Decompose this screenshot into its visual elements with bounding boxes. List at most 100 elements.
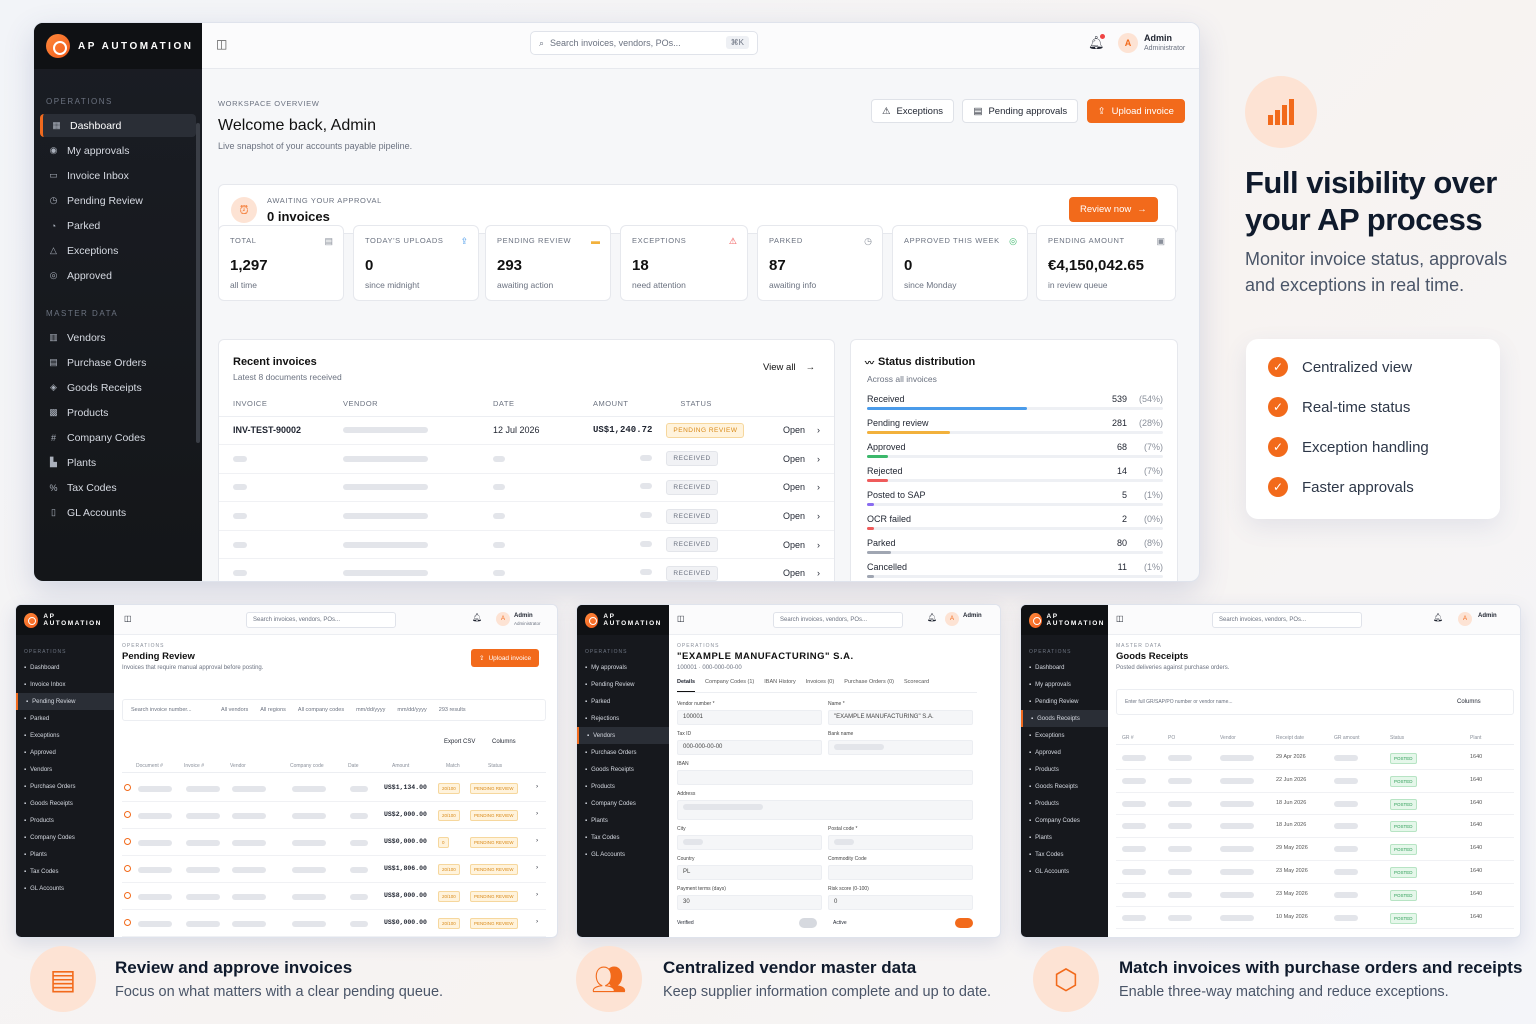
table-row[interactable]: 10 May 2026 POSTED 1640: [1116, 907, 1514, 930]
region-filter[interactable]: All regions: [260, 707, 286, 713]
verified-toggle[interactable]: [799, 918, 817, 928]
mini-sidebar-item[interactable]: ▪ Dashboard: [16, 659, 114, 676]
table-row[interactable]: US$1,134.00 20/100 PENDING REVIEW ›: [122, 775, 546, 802]
table-row[interactable]: RECEIVED Open ›: [219, 530, 834, 560]
open-link[interactable]: Open: [783, 511, 805, 521]
stat-card[interactable]: APPROVED THIS WEEK ◎ 0 since Monday: [892, 225, 1028, 301]
mini-sidebar-item[interactable]: ▪ Pending Review: [577, 676, 669, 693]
column-header[interactable]: GR amount: [1334, 735, 1360, 741]
avatar[interactable]: A: [1118, 33, 1138, 53]
mini-sidebar-item[interactable]: ▪ Exceptions: [16, 727, 114, 744]
sidebar-item-pending-review[interactable]: ◷ Pending Review: [40, 189, 196, 212]
sidebar-toggle-icon[interactable]: ◫: [1116, 614, 1124, 623]
column-header[interactable]: GR #: [1122, 735, 1134, 741]
open-link[interactable]: Open: [783, 568, 805, 578]
sidebar-item-parked[interactable]: ◔ Parked: [40, 214, 196, 237]
columns-button[interactable]: Columns: [492, 739, 516, 745]
mini-sidebar-item[interactable]: ▪ Vendors: [16, 761, 114, 778]
open-link[interactable]: Open: [783, 425, 805, 435]
column-header[interactable]: STATUS: [666, 392, 758, 417]
mini-sidebar-item[interactable]: ▪ Approved: [16, 744, 114, 761]
table-row[interactable]: US$0,000.00 0 PENDING REVIEW ›: [122, 829, 546, 856]
vendor-number-field[interactable]: 100001: [677, 710, 822, 725]
global-search-input[interactable]: ⌕ Search invoices, vendors, POs... ⌘K: [530, 31, 758, 55]
mini-sidebar-item[interactable]: ▪ GL Accounts: [1021, 863, 1108, 880]
city-field[interactable]: [677, 835, 822, 850]
chevron-right-icon[interactable]: ›: [536, 837, 538, 844]
column-header[interactable]: Status: [1390, 735, 1404, 741]
mini-sidebar-item[interactable]: ▪ Purchase Orders: [16, 778, 114, 795]
mini-sidebar-item[interactable]: ▪ Products: [16, 812, 114, 829]
sidebar-item-gl-accounts[interactable]: ▯ GL Accounts: [40, 501, 196, 524]
gr-search-input[interactable]: Enter full GR/SAP/PO number or vendor na…: [1125, 699, 1233, 705]
mini-sidebar-item[interactable]: ▪ Invoice Inbox: [16, 676, 114, 693]
mini-sidebar-item[interactable]: ▪ Parked: [16, 710, 114, 727]
table-row[interactable]: 29 May 2026 POSTED 1640: [1116, 838, 1514, 861]
mini-sidebar-item[interactable]: ▪ Parked: [577, 693, 669, 710]
column-header[interactable]: VENDOR: [329, 392, 479, 417]
row-radio[interactable]: [124, 892, 131, 899]
table-row[interactable]: US$0,000.00 20/100 PENDING REVIEW ›: [122, 910, 546, 937]
upload-invoice-button[interactable]: ⇪ Upload invoice: [471, 649, 540, 667]
mini-sidebar-item[interactable]: ▪ Products: [577, 778, 669, 795]
tab[interactable]: Scorecard: [904, 679, 929, 692]
sidebar-item-approved[interactable]: ◎ Approved: [40, 264, 196, 287]
bell-icon[interactable]: 🔔︎: [927, 613, 937, 622]
company-filter[interactable]: All company codes: [298, 707, 344, 713]
column-header[interactable]: INVOICE: [219, 392, 329, 417]
tab[interactable]: Details: [677, 679, 696, 692]
chevron-right-icon[interactable]: ›: [536, 918, 538, 925]
mini-sidebar-item[interactable]: ▪ Company Codes: [1021, 812, 1108, 829]
risk-score-field[interactable]: 0: [828, 895, 973, 910]
column-header[interactable]: Date: [348, 763, 359, 769]
vendor-filter[interactable]: All vendors: [221, 707, 248, 713]
postal-code-field[interactable]: [828, 835, 973, 850]
mini-sidebar-item[interactable]: ▪ My approvals: [1021, 676, 1108, 693]
column-header[interactable]: Receipt date: [1276, 735, 1304, 741]
mini-sidebar-item[interactable]: ▪ Exceptions: [1021, 727, 1108, 744]
avatar[interactable]: A: [496, 612, 510, 626]
table-row[interactable]: 18 Jun 2026 POSTED 1640: [1116, 793, 1514, 816]
mini2-search[interactable]: Search invoices, vendors, POs...: [773, 612, 903, 628]
column-header[interactable]: Amount: [392, 763, 409, 769]
mini-sidebar-item[interactable]: ▪ Goods Receipts: [16, 795, 114, 812]
row-radio[interactable]: [124, 919, 131, 926]
table-row[interactable]: 22 Jun 2026 POSTED 1640: [1116, 770, 1514, 793]
mini-sidebar-item[interactable]: ▪ Vendors: [577, 727, 669, 744]
tab[interactable]: Invoices (0): [806, 679, 834, 692]
mini-sidebar-item[interactable]: ▪ Tax Codes: [16, 863, 114, 880]
date-to[interactable]: mm/dd/yyyy: [397, 707, 426, 713]
table-row[interactable]: RECEIVED Open ›: [219, 558, 834, 581]
sidebar-toggle-icon[interactable]: ◫: [677, 614, 685, 623]
table-row[interactable]: 18 Jun 2026 POSTED 1640: [1116, 815, 1514, 839]
mini-sidebar-item[interactable]: ▪ Company Codes: [16, 829, 114, 846]
column-header[interactable]: Plant: [1470, 735, 1481, 741]
table-row[interactable]: US$2,000.00 20/100 PENDING REVIEW ›: [122, 802, 546, 829]
sidebar-item-my-approvals[interactable]: ◉ My approvals: [40, 139, 196, 162]
mini-sidebar-item[interactable]: ▪ Products: [1021, 761, 1108, 778]
row-radio[interactable]: [124, 784, 131, 791]
tab[interactable]: IBAN History: [764, 679, 795, 692]
mini-sidebar-item[interactable]: ▪ Dashboard: [1021, 659, 1108, 676]
chevron-right-icon[interactable]: ›: [536, 864, 538, 871]
stat-card[interactable]: EXCEPTIONS ⚠ 18 need attention: [620, 225, 748, 301]
mini-sidebar-item[interactable]: ▪ Purchase Orders: [577, 744, 669, 761]
row-radio[interactable]: [124, 838, 131, 845]
row-radio[interactable]: [124, 811, 131, 818]
mini-sidebar-item[interactable]: ▪ Goods Receipts: [577, 761, 669, 778]
tax-id-field[interactable]: 000-000-00-00: [677, 740, 822, 755]
table-row[interactable]: 23 May 2026 POSTED 1640: [1116, 861, 1514, 884]
sidebar-item-company-codes[interactable]: # Company Codes: [40, 426, 196, 449]
mini-sidebar-item[interactable]: ▪ Plants: [1021, 829, 1108, 846]
row-radio[interactable]: [124, 865, 131, 872]
stat-card[interactable]: PENDING AMOUNT ▣ €4,150,042.65 in review qu…: [1036, 225, 1176, 301]
commodity-code-field[interactable]: [828, 865, 973, 880]
mini-sidebar-item[interactable]: ▪ Tax Codes: [1021, 846, 1108, 863]
mini-sidebar-item[interactable]: ▪ Pending Review: [16, 693, 114, 710]
stat-card[interactable]: TODAY'S UPLOADS ⇪ 0 since midnight: [353, 225, 479, 301]
column-header[interactable]: Match: [446, 763, 460, 769]
exceptions-button[interactable]: ⚠ Exceptions: [871, 99, 955, 123]
sidebar-item-invoice-inbox[interactable]: ▭ Invoice Inbox: [40, 164, 196, 187]
sidebar-item-dashboard[interactable]: ▦ Dashboard: [40, 114, 196, 137]
column-header[interactable]: PO: [1168, 735, 1175, 741]
